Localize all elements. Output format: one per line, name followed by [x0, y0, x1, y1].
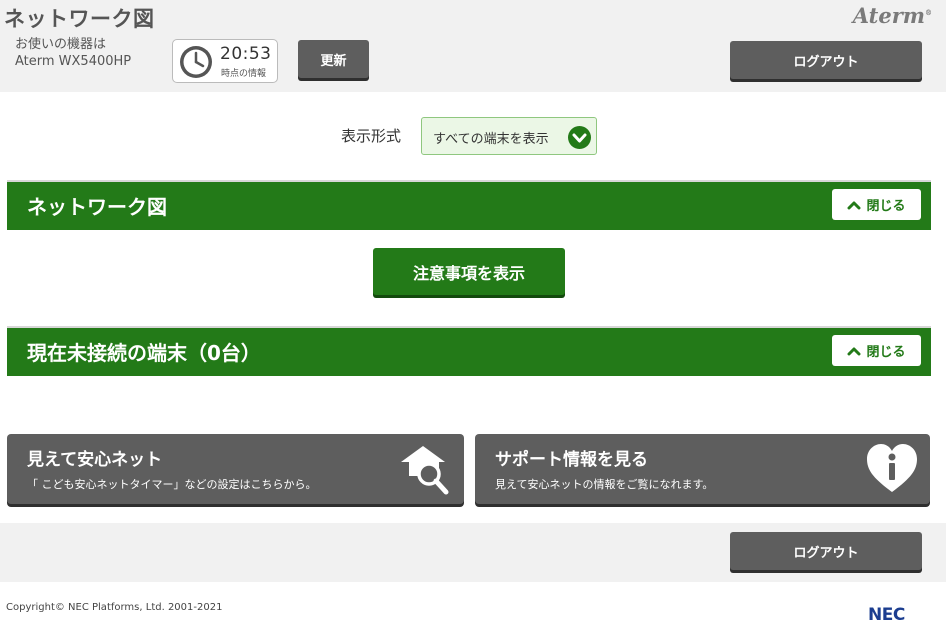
show-notice-button[interactable]: 注意事項を表示: [373, 248, 565, 295]
display-mode-value: すべての端末を表示: [433, 132, 549, 147]
chevron-up-icon: [847, 347, 861, 355]
logout-button-top[interactable]: ログアウト: [730, 41, 922, 79]
network-map-section-header: ネットワーク図 閉じる: [7, 180, 931, 230]
clock-time: 20:53: [220, 44, 272, 64]
device-model: Aterm WX5400HP: [15, 54, 132, 69]
chevron-down-icon: [568, 126, 591, 149]
footer-band: ログアウト: [0, 523, 946, 582]
card-description: 「 こども安心ネットタイマー」などの設定はこちらから。: [27, 478, 317, 491]
copyright-text: Copyright© NEC Platforms, Ltd. 2001-2021: [6, 602, 223, 613]
display-mode-select[interactable]: すべての端末を表示: [421, 117, 597, 155]
house-search-icon: [401, 446, 449, 495]
header: ネットワーク図 Aterm® お使いの機器は Aterm WX5400HP 20…: [0, 0, 946, 92]
network-map-section-title: ネットワーク図: [27, 195, 167, 219]
brand-logo-text: Aterm: [852, 3, 925, 28]
brand-logo: Aterm®: [852, 3, 932, 28]
mieru-anshin-net-card[interactable]: 見えて安心ネット 「 こども安心ネットタイマー」などの設定はこちらから。: [7, 434, 464, 504]
close-label: 閉じる: [866, 199, 906, 214]
refresh-button[interactable]: 更新: [298, 40, 369, 78]
chevron-up-icon: [847, 201, 861, 209]
logout-button-bottom[interactable]: ログアウト: [730, 532, 922, 570]
clock-icon: [180, 46, 212, 78]
nec-logo: NEC: [868, 605, 905, 623]
network-map-close-button[interactable]: 閉じる: [832, 189, 921, 220]
support-info-card[interactable]: サポート情報を見る 見えて安心ネットの情報をご覧になれます。: [475, 434, 930, 504]
card-title: サポート情報を見る: [495, 450, 648, 470]
card-title: 見えて安心ネット: [27, 450, 163, 470]
disconnected-section-header: 現在未接続の端末（0台） 閉じる: [7, 326, 931, 376]
close-label: 閉じる: [866, 345, 906, 360]
card-description: 見えて安心ネットの情報をご覧になれます。: [495, 478, 714, 491]
update-time-box: 20:53 時点の情報: [172, 39, 278, 83]
display-mode-label: 表示形式: [341, 127, 402, 145]
clock-caption: 時点の情報: [221, 69, 267, 79]
device-label: お使いの機器は: [15, 37, 107, 52]
heart-info-icon: [867, 444, 917, 492]
disconnected-section-title: 現在未接続の端末（0台）: [27, 341, 261, 365]
disconnected-close-button[interactable]: 閉じる: [832, 335, 921, 366]
page-title: ネットワーク図: [4, 7, 155, 31]
